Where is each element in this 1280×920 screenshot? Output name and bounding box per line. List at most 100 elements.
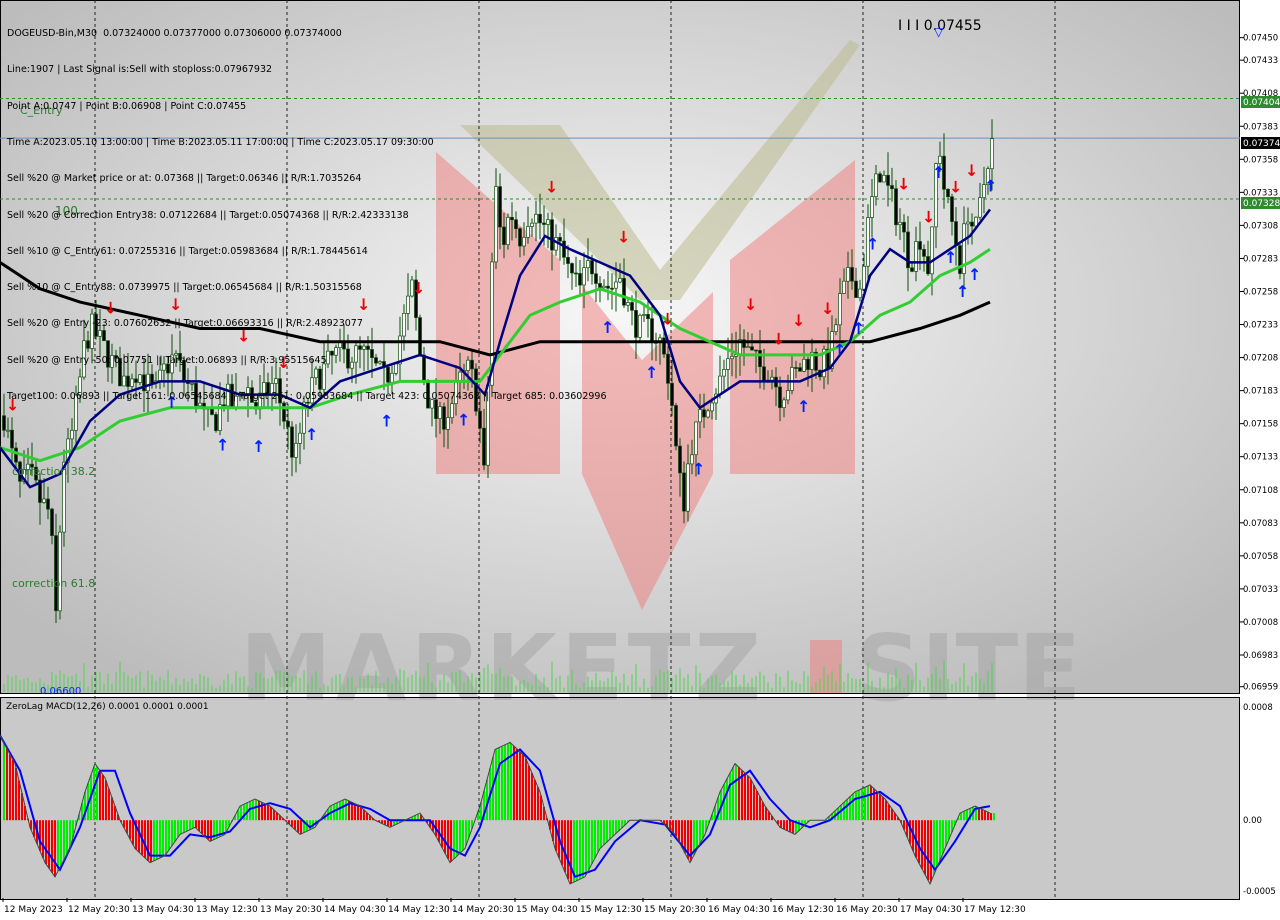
price-tick-label: 0.07083 [1243,519,1278,529]
price-tick-label: 0.06959 [1243,683,1278,693]
candle-body [298,432,302,444]
candle-body [750,346,754,351]
info-line-points: Point A:0.0747 | Point B:0.06908 | Point… [7,100,247,112]
candle-body [614,281,618,289]
price-tick-label: 0.07258 [1243,288,1278,298]
price-tick-label: 0.07283 [1243,254,1278,264]
candle-body [50,508,54,536]
candle-body [834,324,838,332]
candle-body [694,421,698,456]
candle-body [918,241,922,250]
candle-body [798,367,802,372]
price-tick-label: 0.07358 [1243,155,1278,165]
buy-arrow-icon: ↑ [932,163,945,182]
candle-body [670,382,674,406]
price-tag-upper: 0.07404 [1243,98,1280,108]
price-tick-label: 0.07433 [1243,56,1278,66]
time-tick-label: 15 May 12:30 [580,905,642,915]
candle-body [214,414,218,431]
buy-arrow-icon: ↑ [984,176,997,195]
time-tick-label: 16 May 12:30 [772,905,834,915]
buy-arrow-icon: ↑ [852,319,865,338]
price-tick-label: 0.07233 [1243,321,1278,331]
sell-arrow-icon: ↓ [897,175,910,194]
macd-tick-label: -0.0005 [1243,887,1276,897]
buy-arrow-icon: ↑ [216,436,229,455]
candle-body [794,367,798,369]
buy-arrow-icon: ↑ [833,340,846,359]
candle-body [770,376,774,381]
candle-body [782,399,786,408]
sell-arrow-icon: ↓ [744,295,757,314]
candle-body [882,174,886,183]
buy-arrow-icon: ↑ [305,425,318,444]
macd-panel-bg [0,697,1240,900]
candle-body [890,185,894,190]
candle-body [710,402,714,412]
candle-body [958,245,962,274]
candle-body [70,429,74,440]
candle-body [886,174,890,186]
candle-body [606,285,610,289]
candle-body [610,287,614,290]
svg-text:SITE: SITE [855,615,1081,722]
candle-body [854,280,858,298]
candle-body [634,310,638,338]
price-tick-label: 0.07208 [1243,354,1278,364]
info-line-c-entry61: Sell %10 @ C_Entry61: 0.07255316 || Targ… [7,245,368,257]
sell-arrow-icon: ↓ [965,161,978,180]
candle-body [482,427,486,466]
candle-body [754,349,758,352]
candle-body [870,196,874,218]
candle-body [686,463,690,512]
info-line-c-entry88: Sell %10 @ C_Entry88: 0.0739975 || Targe… [7,282,362,294]
candle-body [730,356,734,360]
time-tick-label: 13 May 20:30 [260,905,322,915]
sell-arrow-icon: ↓ [821,299,834,318]
candle-body [294,442,298,458]
candle-body [858,288,862,299]
candle-body [802,358,806,372]
price-tick-label: 0.07450 [1243,34,1278,44]
candle-body [954,221,958,246]
candle-body [42,498,46,503]
candle-body [638,314,642,338]
price-tag-current: 0.07374 [1243,139,1280,149]
candle-body [702,409,706,418]
macd-tick-label: 0.00 [1243,816,1262,826]
candle-body [58,531,62,612]
candle-body [878,173,882,183]
candle-body [970,221,974,227]
candle-body [746,346,750,349]
macd-tick-label: 0.0008 [1243,703,1273,713]
candle-body [10,429,14,449]
time-tick-label: 12 May 2023 [4,905,63,915]
candle-body [762,366,766,382]
buy-arrow-icon: ↑ [944,248,957,267]
candle-body [842,280,846,294]
buy-arrow-icon: ↑ [956,282,969,301]
correction-61-label: correction 61.8 [12,577,95,590]
buy-arrow-icon: ↑ [866,235,879,254]
candle-body [6,429,10,432]
candle-body [618,278,622,283]
candle-body [778,386,782,408]
candle-body [902,221,906,233]
candle-body [666,353,670,384]
candle-body [718,375,722,395]
signal-info-panel: DOGEUSD-Bin,M30 0.07324000 0.07377000 0.… [7,4,607,415]
time-tick-label: 13 May 12:30 [196,905,258,915]
sell-arrow-icon: ↓ [922,208,935,227]
candle-body [966,221,970,225]
candle-body [722,369,726,377]
price-tick-label: 0.07333 [1243,188,1278,198]
price-tick-label: 0.07158 [1243,420,1278,430]
candle-body [898,221,902,226]
point-c-marker: ▽ [934,25,944,39]
correction-38-label: correction 38.2 [12,465,95,478]
time-tick-label: 12 May 20:30 [68,905,130,915]
candle-body [786,390,790,401]
sell-arrow-icon: ↓ [949,178,962,197]
candle-body [678,445,682,474]
candle-body [926,256,930,275]
